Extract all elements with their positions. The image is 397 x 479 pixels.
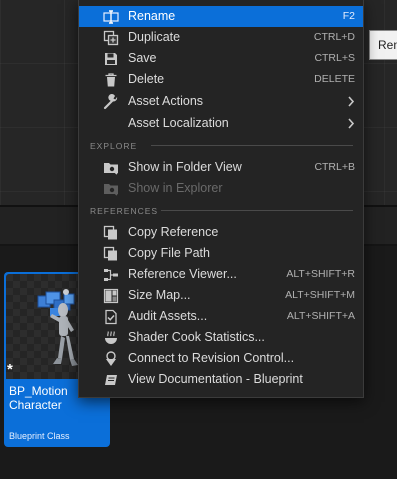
section-divider [151,145,353,146]
menu-item-save[interactable]: Save CTRL+S [79,48,363,69]
unsaved-marker: * [7,361,13,378]
duplicate-icon [103,30,119,46]
menu-item-label: Shader Cook Statistics... [128,330,265,344]
menu-item-shortcut: F2 [342,10,355,22]
size-map-icon [103,288,119,304]
copy-icon [103,246,117,261]
menu-item-label: View Documentation - Blueprint [128,372,303,386]
chevron-right-icon [348,118,355,129]
menu-item-shortcut: CTRL+D [313,31,355,43]
menu-item-label: Show in Explorer [128,181,223,195]
folder-explorer-icon [104,184,118,196]
menu-item-asset-localization[interactable]: Asset Localization [79,113,363,134]
menu-item-label: Copy File Path [128,246,210,260]
menu-item-asset-actions[interactable]: Asset Actions [79,91,363,112]
documentation-icon [105,375,117,385]
menu-item-copy-file-path[interactable]: Copy File Path [79,243,363,264]
menu-item-shortcut: DELETE [314,73,355,85]
copy-icon [103,225,117,240]
folder-view-icon [104,163,118,175]
trash-icon [105,73,117,87]
menu-item-label: Connect to Revision Control... [128,351,295,365]
section-header-references: REFERENCES [90,206,159,216]
menu-item-label: Asset Localization [128,116,229,130]
menu-item-label: Show in Folder View [128,160,242,174]
menu-item-size-map[interactable]: Size Map... ALT+SHIFT+M [79,285,363,306]
menu-item-label: Audit Assets... [128,309,208,323]
save-icon [105,53,117,65]
menu-item-label: Save [128,51,157,65]
audit-icon [105,309,117,325]
shader-icon [105,331,117,344]
chevron-right-icon [348,96,355,107]
asset-type-label: Blueprint Class [9,431,70,441]
menu-item-label: Duplicate [128,30,181,44]
menu-item-shader-cook-statistics[interactable]: Shader Cook Statistics... [79,327,363,348]
menu-item-shortcut: ALT+SHIFT+R [286,268,355,280]
menu-item-rename[interactable]: Rename F2 [79,6,363,27]
wrench-icon [103,94,118,110]
rename-tooltip: Rename [369,30,397,60]
menu-item-shortcut: CTRL+S [314,52,355,64]
menu-item-reference-viewer[interactable]: Reference Viewer... ALT+SHIFT+R [79,264,363,285]
section-divider [161,210,353,211]
menu-item-label: Delete [128,72,165,86]
section-header-explore: EXPLORE [90,141,138,151]
menu-item-shortcut: ALT+SHIFT+A [286,310,355,322]
menu-item-audit-assets[interactable]: Audit Assets... ALT+SHIFT+A [79,306,363,327]
menu-item-copy-reference[interactable]: Copy Reference [79,222,363,243]
menu-item-label: Rename [128,9,176,23]
menu-item-label: Reference Viewer... [128,267,237,281]
menu-item-duplicate[interactable]: Duplicate CTRL+D [79,27,363,48]
menu-item-show-in-explorer[interactable]: Show in Explorer [79,178,363,199]
reference-viewer-icon [104,269,118,281]
revision-control-icon [106,351,116,366]
menu-item-shortcut: ALT+SHIFT+M [285,289,355,301]
menu-item-show-in-folder-view[interactable]: Show in Folder View CTRL+B [79,157,363,178]
globe-icon [103,116,119,132]
menu-item-shortcut: CTRL+B [314,161,355,173]
menu-item-label: Copy Reference [128,225,219,239]
menu-item-connect-revision-control[interactable]: Connect to Revision Control... [79,348,363,369]
menu-item-label: Asset Actions [128,94,204,108]
menu-item-label: Size Map... [128,288,191,302]
asset-context-menu: Rename F2 Duplicate CTRL+D Save CTRL+S D… [78,0,364,398]
menu-item-delete[interactable]: Delete DELETE [79,69,363,90]
rename-icon [103,10,119,24]
menu-item-view-documentation[interactable]: View Documentation - Blueprint [79,369,363,390]
